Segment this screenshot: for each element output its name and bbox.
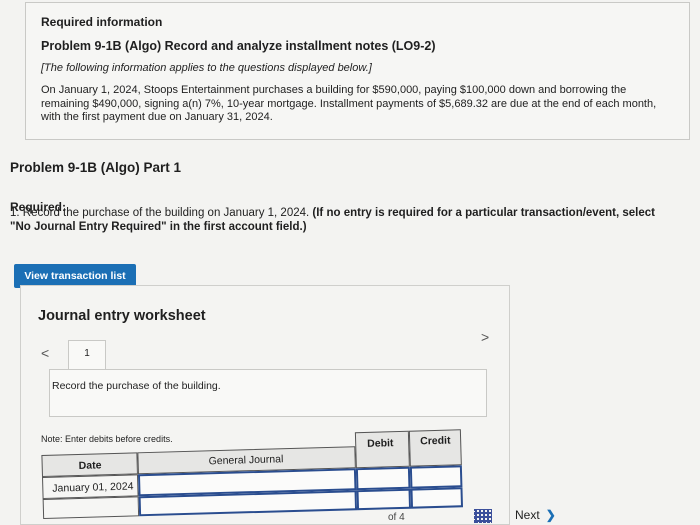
debit-input[interactable] — [355, 466, 411, 491]
date-header: Date — [41, 452, 138, 477]
second-row-debit-input[interactable] — [356, 488, 412, 511]
required-instruction: 1. Record the purchase of the building o… — [10, 207, 675, 234]
second-row-credit-input[interactable] — [410, 487, 464, 509]
next-button-label: Next — [515, 508, 540, 522]
date-header-label: Date — [78, 459, 102, 472]
required-information-heading: Required information — [41, 15, 163, 29]
grid-icon[interactable] — [474, 509, 492, 523]
credit-header-label: Credit — [419, 434, 451, 448]
chevron-right-icon: ❯ — [545, 508, 556, 522]
scenario-text: On January 1, 2024, Stoops Entertainment… — [41, 84, 657, 123]
date-cell: January 01, 2024 — [42, 474, 139, 499]
debit-header: Debit — [354, 430, 410, 469]
debits-before-credits-note: Note: Enter debits before credits. — [41, 434, 173, 444]
part-title: Problem 9-1B (Algo) Part 1 — [10, 160, 182, 175]
debit-header-label: Debit — [367, 437, 394, 450]
chevron-left-icon[interactable]: < — [41, 345, 49, 361]
entry-description: Record the purchase of the building. — [52, 380, 221, 392]
problem-title: Problem 9-1B (Algo) Record and analyze i… — [41, 39, 436, 53]
instruction-text: 1. Record the purchase of the building o… — [10, 207, 310, 219]
general-journal-header-label: General Journal — [208, 453, 284, 468]
row-date: January 01, 2024 — [52, 480, 134, 495]
credit-input[interactable] — [409, 465, 463, 489]
second-row-date-cell — [42, 496, 140, 519]
required-information-box: Required information Problem 9-1B (Algo)… — [25, 2, 690, 140]
applies-note: [The following information applies to th… — [41, 62, 372, 74]
journal-entry-worksheet: Journal entry worksheet < 1 > Record the… — [20, 285, 510, 525]
credit-header: Credit — [408, 429, 462, 467]
chevron-right-icon[interactable]: > — [481, 329, 489, 345]
next-button[interactable]: Next ❯ — [515, 508, 556, 522]
entry-description-panel: Record the purchase of the building. — [49, 369, 487, 417]
worksheet-tab-1[interactable]: 1 — [68, 340, 106, 370]
pagination-text: of 4 — [388, 512, 405, 523]
worksheet-title: Journal entry worksheet — [38, 308, 206, 324]
